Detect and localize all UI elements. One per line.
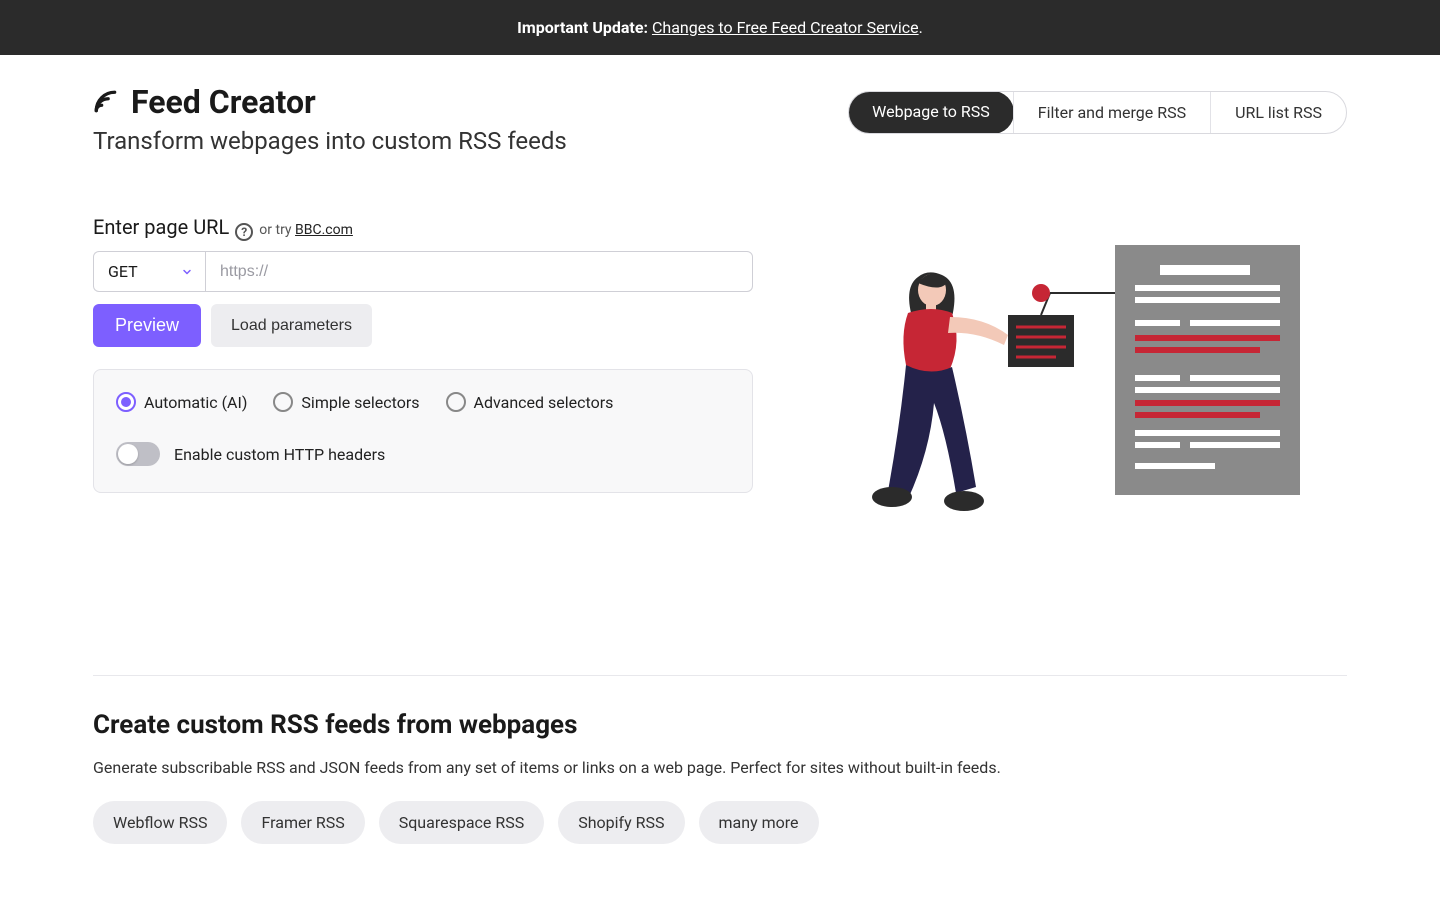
chip-webflow[interactable]: Webflow RSS: [93, 801, 227, 844]
platform-chips: Webflow RSS Framer RSS Squarespace RSS S…: [93, 801, 1347, 844]
chip-squarespace[interactable]: Squarespace RSS: [379, 801, 545, 844]
page-title: Feed Creator: [131, 83, 316, 121]
options-panel: Automatic (AI) Simple selectors Advanced…: [93, 369, 753, 493]
help-icon[interactable]: [235, 223, 253, 241]
selector-mode-advanced[interactable]: Advanced selectors: [446, 392, 614, 412]
preview-button[interactable]: Preview: [93, 304, 201, 347]
chip-more[interactable]: many more: [699, 801, 819, 844]
try-example-text: or try BBC.com: [259, 222, 353, 238]
tab-webpage-to-rss[interactable]: Webpage to RSS: [848, 91, 1014, 134]
tab-filter-merge[interactable]: Filter and merge RSS: [1013, 92, 1210, 133]
custom-headers-toggle-label: Enable custom HTTP headers: [174, 445, 385, 464]
selector-mode-automatic[interactable]: Automatic (AI): [116, 392, 247, 412]
try-example-link[interactable]: BBC.com: [295, 222, 353, 238]
section-divider: [93, 675, 1347, 676]
section-description: Generate subscribable RSS and JSON feeds…: [93, 758, 1347, 777]
feed-logo-icon: [93, 89, 119, 115]
radio-selected-icon: [116, 392, 136, 412]
page-url-input[interactable]: [205, 251, 753, 292]
section-title: Create custom RSS feeds from webpages: [93, 710, 1347, 740]
page-subtitle: Transform webpages into custom RSS feeds: [93, 127, 567, 155]
mode-tabs: Webpage to RSS Filter and merge RSS URL …: [848, 91, 1347, 134]
radio-unselected-icon: [273, 392, 293, 412]
radio-unselected-icon: [446, 392, 466, 412]
chip-shopify[interactable]: Shopify RSS: [558, 801, 684, 844]
banner-link[interactable]: Changes to Free Feed Creator Service: [652, 18, 919, 37]
http-method-select[interactable]: GET: [93, 251, 205, 292]
hero-illustration: [813, 215, 1347, 535]
custom-headers-toggle[interactable]: [116, 442, 160, 466]
load-parameters-button[interactable]: Load parameters: [211, 304, 372, 347]
tab-url-list[interactable]: URL list RSS: [1210, 92, 1346, 133]
chip-framer[interactable]: Framer RSS: [241, 801, 364, 844]
banner-suffix: .: [919, 18, 923, 37]
chevron-down-icon: [181, 266, 193, 278]
announcement-banner: Important Update: Changes to Free Feed C…: [0, 0, 1440, 55]
http-method-value: GET: [108, 262, 138, 281]
selector-mode-simple[interactable]: Simple selectors: [273, 392, 419, 412]
banner-prefix: Important Update:: [517, 18, 648, 37]
url-field-label: Enter page URL: [93, 215, 229, 239]
